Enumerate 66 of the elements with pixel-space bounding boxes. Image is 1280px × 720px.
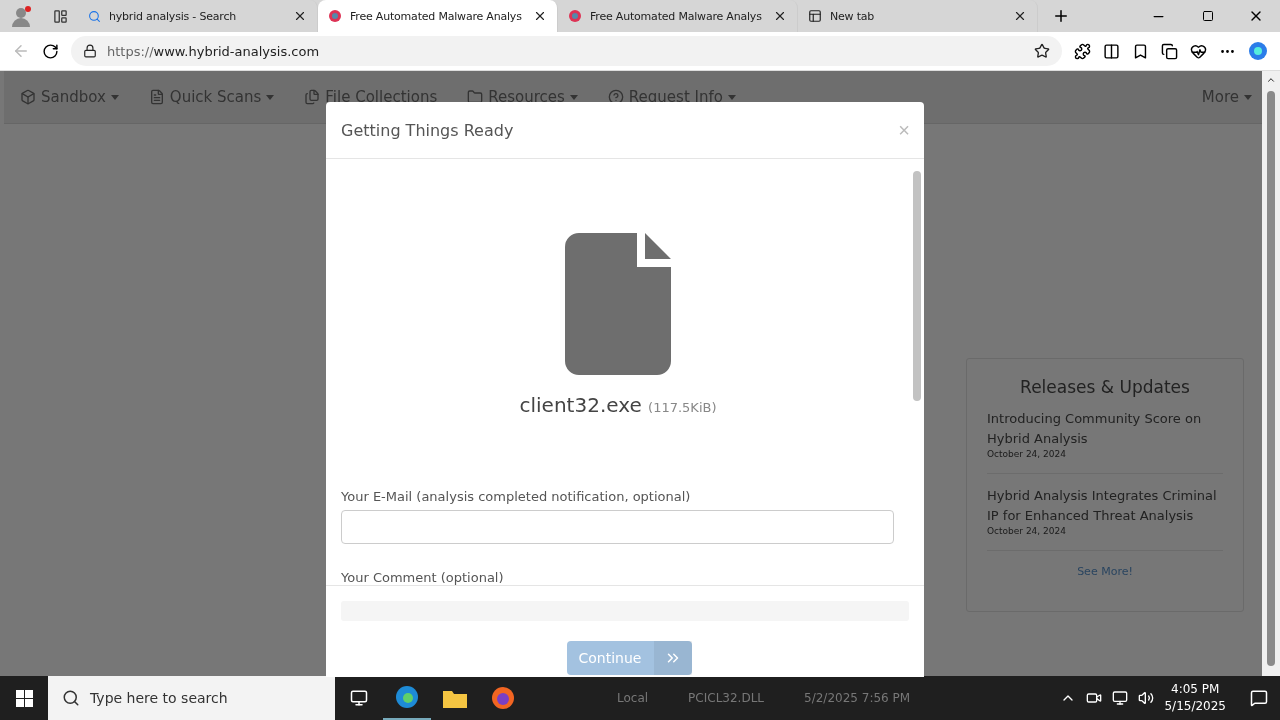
file-icon [148, 89, 165, 105]
camera-icon[interactable] [1086, 690, 1103, 706]
scroll-up-icon[interactable] [1266, 75, 1276, 85]
scrollbar[interactable] [1262, 71, 1280, 676]
release-date: October 24, 2024 [987, 449, 1223, 474]
url-text: https://www.hybrid-analysis.com [107, 43, 320, 59]
profile-icon[interactable] [10, 5, 32, 27]
caret-icon [1244, 94, 1252, 100]
close-button[interactable]: × [898, 118, 910, 142]
see-more-link[interactable]: See More! [1077, 565, 1133, 578]
lock-icon [83, 44, 97, 58]
tab-title: Free Automated Malware Analys [350, 9, 523, 23]
email-field[interactable] [341, 510, 894, 544]
tab-title: New tab [830, 9, 876, 23]
taskbar-clock[interactable]: 4:05 PM 5/15/2025 [1164, 681, 1226, 715]
firefox-icon[interactable] [491, 686, 515, 710]
health-icon[interactable] [1190, 42, 1207, 60]
release-title[interactable]: Hybrid Analysis Integrates Criminal IP for Enhanced Threat Analysis [987, 486, 1223, 526]
tab-title: Free Automated Malware Analys [590, 9, 763, 23]
field-label: Your Comment (optional) [341, 570, 505, 585]
tab-title: hybrid analysis - Search [109, 9, 237, 23]
nav-menu-item[interactable]: Request Info [607, 88, 736, 106]
taskbar-search[interactable]: Type here to search [48, 676, 335, 720]
favorite-icon[interactable] [1034, 43, 1050, 59]
windows-start-icon[interactable] [15, 689, 33, 707]
browser-tab[interactable]: Free Automated Malware Analys [318, 0, 558, 32]
extensions-icon[interactable] [1074, 42, 1091, 60]
release-title[interactable]: Introducing Community Score on Hybrid Analysis [987, 409, 1223, 449]
folder-icon[interactable] [443, 688, 467, 708]
notifications-icon[interactable] [1250, 689, 1268, 707]
site-icon [328, 9, 342, 23]
field-label: Your E-Mail (analysis completed notification, optional) [341, 489, 692, 504]
tab-actions-icon[interactable] [52, 8, 68, 24]
background-window-text: Local [617, 691, 649, 705]
nav-menu-item[interactable]: File Collections [304, 88, 438, 106]
close-icon[interactable] [533, 9, 547, 23]
background-window-text: 5/2/2025 7:56 PM [804, 691, 911, 705]
copilot-icon[interactable] [1248, 41, 1268, 61]
volume-icon[interactable] [1138, 690, 1155, 706]
help-icon [607, 89, 624, 105]
search-icon [88, 9, 101, 23]
browser-icon[interactable] [395, 685, 419, 709]
close-icon[interactable] [773, 9, 787, 23]
favorites-icon[interactable] [1132, 42, 1149, 60]
dialog-title: Getting Things Ready [341, 120, 514, 140]
nav-menu-item[interactable]: Quick Scans [148, 88, 275, 106]
nav-menu-item[interactable]: More [1201, 88, 1252, 106]
site-icon [568, 9, 582, 23]
collections-icon[interactable] [1161, 42, 1178, 60]
cube-icon [20, 89, 36, 105]
close-icon[interactable] [1013, 9, 1027, 23]
search-icon [62, 689, 80, 707]
card-title: Releases & Updates [1020, 377, 1190, 397]
release-date: October 24, 2024 [987, 526, 1223, 551]
split-screen-icon[interactable] [1103, 42, 1120, 60]
file-icon [565, 233, 671, 375]
files-icon [304, 89, 321, 105]
address-bar[interactable]: https://www.hybrid-analysis.com [71, 36, 1062, 66]
maximize-icon[interactable] [1202, 10, 1214, 22]
reload-icon[interactable] [42, 42, 59, 60]
close-icon[interactable] [293, 9, 307, 23]
new-tab-icon [808, 9, 822, 23]
file-name: client32.exe (117.5KiB) [519, 393, 717, 417]
nav-menu-item[interactable]: Sandbox [20, 88, 119, 106]
background-window-text: PCICL32.DLL [688, 691, 765, 705]
new-tab-icon[interactable] [1052, 7, 1070, 25]
